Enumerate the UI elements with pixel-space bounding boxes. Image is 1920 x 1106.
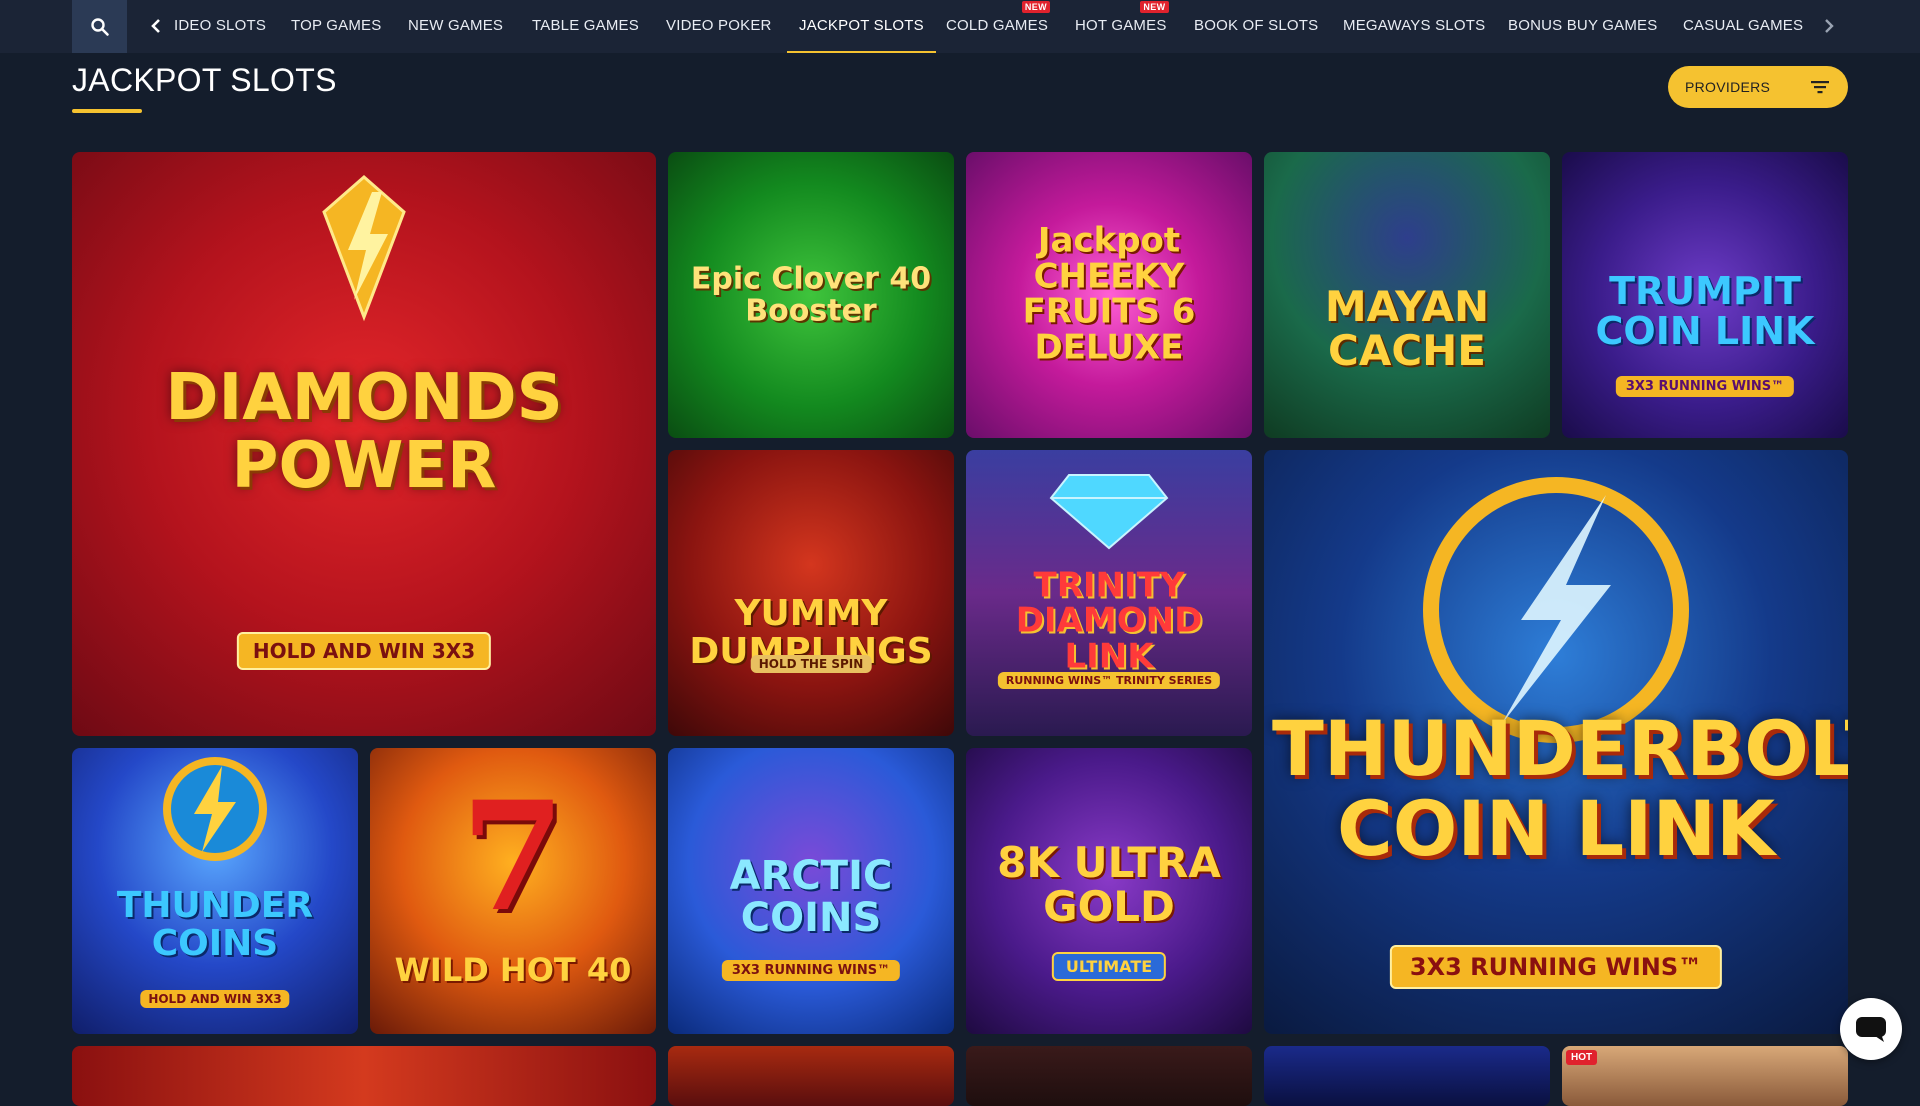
game-tile-yummy-dumplings[interactable]: YUMMY DUMPLINGS HOLD THE SPIN [668, 450, 954, 736]
nav-tab-jackpot-slots[interactable]: JACKPOT SLOTS [787, 0, 936, 53]
game-tile-8k-ultra-gold[interactable]: 8K ULTRA GOLD ULTIMATE [966, 748, 1252, 1034]
nav-tab-label: TABLE GAMES [532, 17, 639, 34]
chevron-left-icon [151, 19, 160, 33]
nav-tab-megaways-slots[interactable]: MEGAWAYS SLOTS [1343, 0, 1485, 53]
chat-widget-button[interactable] [1840, 998, 1902, 1060]
game-tile-arctic-coins[interactable]: ARCTIC COINS 3X3 RUNNING WINS™ [668, 748, 954, 1034]
game-subtitle: 3X3 RUNNING WINS™ [721, 960, 901, 981]
new-badge: NEW [1021, 1, 1051, 13]
chevron-right-icon [1825, 19, 1834, 33]
category-nav-bar: IDEO SLOTS TOP GAMES NEW GAMES TABLE GAM… [0, 0, 1920, 53]
new-badge: NEW [1140, 1, 1169, 13]
nav-tab-label: IDEO SLOTS [174, 17, 267, 34]
game-subtitle: ULTIMATE [1051, 952, 1167, 981]
page-title: JACKPOT SLOTS [72, 62, 337, 98]
game-subtitle: 3X3 RUNNING WINS™ [1389, 945, 1723, 989]
game-tile-wild-hot-40[interactable]: 7 WILD HOT 40 [370, 748, 656, 1034]
nav-tab-cold-games[interactable]: COLD GAMES NEW [946, 0, 1051, 53]
game-title: THUNDER COINS [116, 885, 314, 965]
game-title: THUNDERBOLT COIN LINK [1272, 703, 1848, 873]
seven-symbol: 7 [460, 769, 566, 945]
nav-tab-label: NEW GAMES [408, 17, 504, 34]
diamond-lightning-icon [322, 175, 406, 322]
lightning-coin-icon [163, 757, 267, 861]
nav-tab-book-of-slots[interactable]: BOOK OF SLOTS [1194, 0, 1318, 53]
providers-filter-button[interactable]: PROVIDERS [1668, 66, 1848, 108]
nav-tab-new-games[interactable]: NEW GAMES [408, 0, 503, 53]
game-tile-partial[interactable] [668, 1046, 954, 1106]
nav-tab-label: JACKPOT SLOTS [799, 17, 924, 34]
game-subtitle: HOLD AND WIN 3X3 [140, 990, 290, 1008]
nav-tab-casual-games[interactable]: CASUAL GAMES [1683, 0, 1803, 53]
game-tile-thunderbolt-coin-link[interactable]: THUNDERBOLT COIN LINK 3X3 RUNNING WINS™ [1264, 450, 1848, 1034]
nav-tab-label: COLD GAMES [946, 17, 1049, 34]
game-title: Jackpot CHEEKY FRUITS 6 DELUXE [1022, 220, 1196, 368]
nav-scroll-right-button[interactable] [1818, 14, 1840, 38]
nav-tab-video-poker[interactable]: VIDEO POKER [666, 0, 772, 53]
game-title: TRINITY DIAMOND LINK [1015, 565, 1203, 677]
game-tile-partial[interactable]: HOT [1562, 1046, 1848, 1106]
game-subtitle: RUNNING WINS™ TRINITY SERIES [997, 672, 1221, 689]
game-title: 8K ULTRA GOLD [997, 838, 1221, 932]
game-tile-cheeky-fruits[interactable]: Jackpot CHEEKY FRUITS 6 DELUXE [966, 152, 1252, 438]
game-title: Epic Clover 40 Booster [690, 261, 932, 328]
game-subtitle: HOLD THE SPIN [750, 655, 872, 673]
search-button[interactable] [72, 0, 127, 53]
game-tile-partial[interactable] [72, 1046, 656, 1106]
nav-tab-table-games[interactable]: TABLE GAMES [532, 0, 639, 53]
game-title: DIAMONDS POWER [165, 361, 563, 503]
title-underline [72, 109, 142, 113]
game-tile-epic-clover[interactable]: Epic Clover 40 Booster [668, 152, 954, 438]
nav-tab-label: BONUS BUY GAMES [1508, 17, 1658, 34]
game-tile-partial[interactable] [966, 1046, 1252, 1106]
game-tile-mayan-cache[interactable]: MAYAN CACHE [1264, 152, 1550, 438]
game-title: MAYAN CACHE [1324, 282, 1490, 376]
game-tile-thunder-coins[interactable]: THUNDER COINS HOLD AND WIN 3X3 [72, 748, 358, 1034]
game-subtitle: 3X3 RUNNING WINS™ [1615, 376, 1795, 397]
game-title: ARCTIC COINS [729, 852, 893, 941]
game-title: WILD HOT 40 [394, 951, 632, 990]
nav-tab-label: VIDEO POKER [666, 17, 772, 34]
game-tile-trumpit-coin-link[interactable]: TRUMPIT COIN LINK 3X3 RUNNING WINS™ [1562, 152, 1848, 438]
nav-tab-label: TOP GAMES [291, 17, 382, 34]
game-tile-trinity-diamond-link[interactable]: TRINITY DIAMOND LINK RUNNING WINS™ TRINI… [966, 450, 1252, 736]
search-icon [90, 17, 109, 36]
filter-icon [1811, 81, 1829, 94]
nav-tab-top-games[interactable]: TOP GAMES [291, 0, 381, 53]
providers-label: PROVIDERS [1685, 79, 1771, 95]
chat-icon [1856, 1017, 1886, 1042]
game-tile-partial[interactable] [1264, 1046, 1550, 1106]
nav-scroll-left-button[interactable] [146, 14, 166, 38]
game-tile-diamonds-power[interactable]: DIAMONDS POWER HOLD AND WIN 3X3 [72, 152, 656, 736]
nav-tab-label: MEGAWAYS SLOTS [1343, 17, 1486, 34]
hot-badge: HOT [1566, 1050, 1598, 1065]
game-title: TRUMPIT COIN LINK [1595, 269, 1815, 354]
nav-tab-label: BOOK OF SLOTS [1194, 17, 1319, 34]
nav-tab-hot-games[interactable]: HOT GAMES NEW [1075, 0, 1169, 53]
nav-tab-bonus-buy-games[interactable]: BONUS BUY GAMES [1508, 0, 1657, 53]
game-subtitle: HOLD AND WIN 3X3 [236, 632, 492, 670]
nav-tab-label: CASUAL GAMES [1683, 17, 1804, 34]
nav-tab-label: HOT GAMES [1075, 17, 1167, 34]
diamond-icon [1049, 474, 1169, 550]
nav-tab-video-slots[interactable]: IDEO SLOTS [174, 0, 266, 53]
